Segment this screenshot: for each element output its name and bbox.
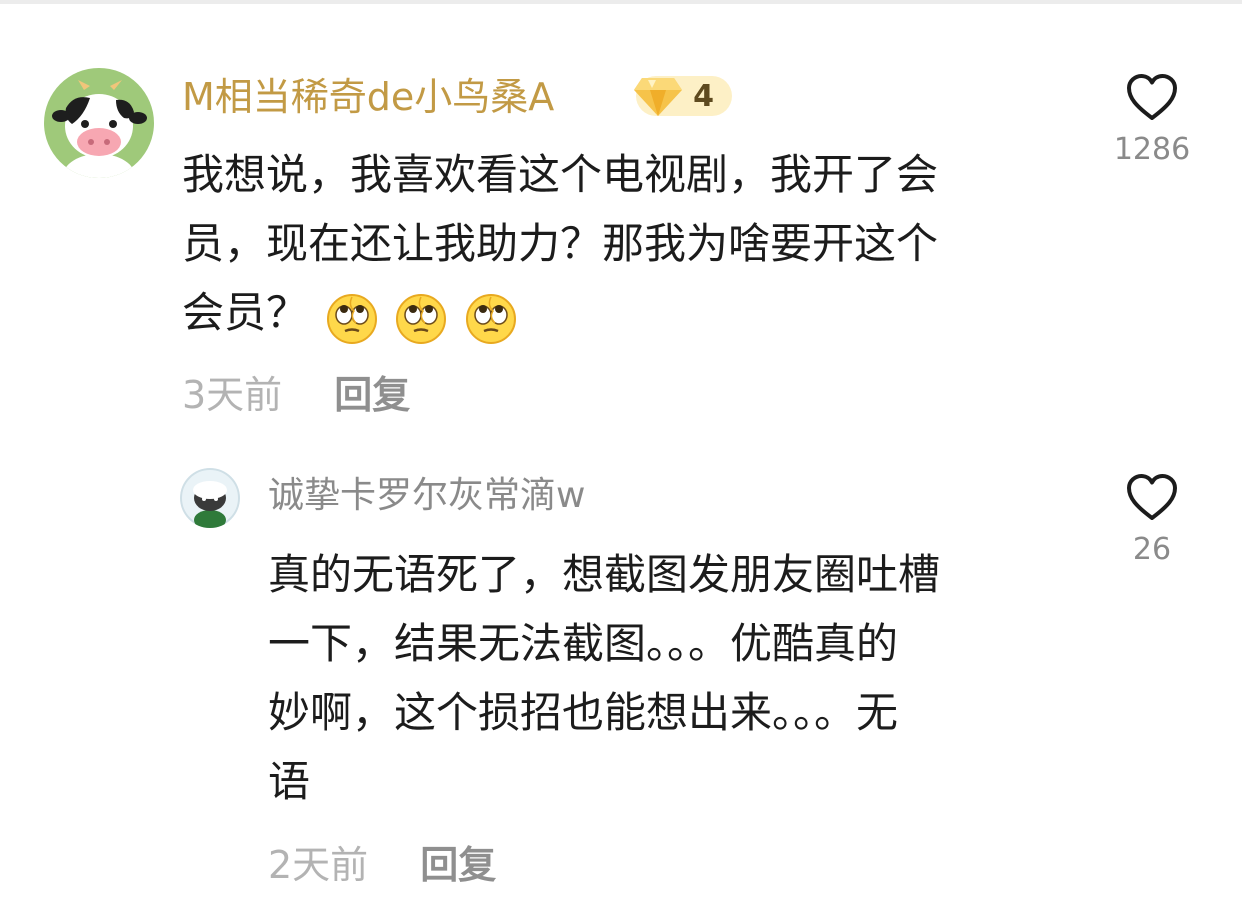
like-button[interactable]: 1286 (1112, 74, 1192, 167)
username[interactable]: M相当稀奇de小鸟桑A (182, 78, 554, 116)
eye-roll-emoji (396, 293, 447, 344)
heart-outline-icon (1127, 474, 1177, 520)
avatar[interactable] (180, 468, 240, 528)
comment-line: 妙啊，这个损招也能想出来。。。无 (268, 688, 899, 737)
reply-button[interactable]: 回复 (420, 843, 496, 887)
eye-roll-emoji (465, 293, 516, 344)
comment-line: 语 (268, 757, 311, 806)
timestamp: 2天前 (268, 843, 369, 887)
like-count: 1286 (1113, 132, 1191, 167)
cow-avatar-icon (52, 80, 147, 178)
comment-line: 一下，结果无法截图。。。优酷真的 (268, 619, 899, 668)
like-button[interactable]: 26 (1112, 474, 1192, 567)
comment-meta: 2天前 回复 (268, 846, 496, 884)
top-divider (0, 0, 1242, 4)
reply-button[interactable]: 回复 (334, 373, 410, 417)
username[interactable]: 诚挚卡罗尔灰常滴w (268, 478, 585, 514)
heart-outline-icon (1127, 74, 1177, 120)
comment-line: 会员？ (182, 278, 938, 350)
timestamp: 3天前 (182, 373, 283, 417)
comment-text: 我想说，我喜欢看这个电视剧，我开了会 员，现在还让我助力？那我为啥要开这个 会员… (182, 140, 938, 350)
sheep-avatar-icon (180, 468, 240, 528)
comment-line: 真的无语死了，想截图发朋友圈吐槽 (268, 550, 941, 599)
comment-line: 我想说，我喜欢看这个电视剧，我开了会 (182, 150, 939, 199)
comment-line-text: 会员？ (182, 288, 309, 337)
eye-roll-emoji (327, 293, 378, 344)
level-badge: 4 (634, 76, 732, 116)
comment-text: 真的无语死了，想截图发朋友圈吐槽 一下，结果无法截图。。。优酷真的 妙啊，这个损… (268, 540, 940, 816)
avatar[interactable] (44, 68, 154, 178)
like-count: 26 (1132, 532, 1172, 567)
emoji-row (326, 281, 521, 350)
comment-meta: 3天前 回复 (182, 376, 410, 414)
diamond-icon (634, 78, 682, 116)
level-number: 4 (693, 79, 714, 114)
comment-line: 员，现在还让我助力？那我为啥要开这个 (182, 219, 939, 268)
